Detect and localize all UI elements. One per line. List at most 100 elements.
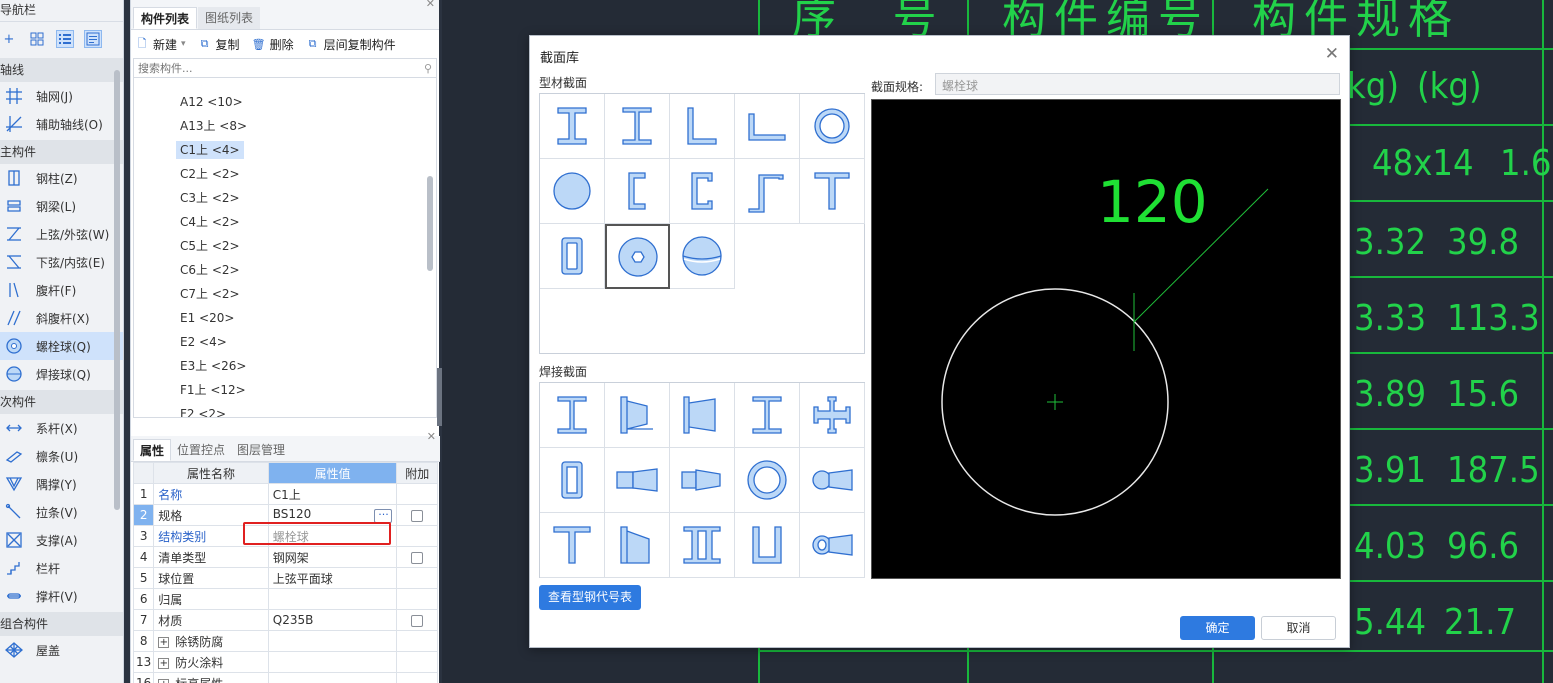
property-row[interactable]: 16+ 标高属性	[132, 672, 438, 683]
property-value[interactable]: 上弦平面球	[267, 567, 398, 589]
expand-icon[interactable]: +	[158, 636, 170, 648]
section-cell[interactable]	[800, 94, 865, 159]
nav-item[interactable]: 轴网(J)	[0, 82, 123, 110]
nav-group-header[interactable]: 主构件	[0, 140, 123, 164]
delete-button[interactable]: 🗑 删除	[252, 36, 294, 53]
section-cell[interactable]	[735, 513, 800, 578]
nav-item[interactable]: 拉条(V)	[0, 498, 123, 526]
section-cell[interactable]	[605, 94, 670, 159]
tree-item[interactable]: F2 <2>	[134, 402, 436, 417]
section-cell[interactable]	[670, 94, 735, 159]
tree-scrollbar[interactable]	[427, 176, 433, 271]
section-cell[interactable]	[800, 159, 865, 224]
detail-view-icon[interactable]	[84, 30, 102, 48]
tree-item[interactable]: E3上 <26>	[134, 354, 436, 378]
section-cell[interactable]	[540, 224, 605, 289]
new-button[interactable]: 🗋 新建 ▾	[135, 36, 186, 53]
extra-checkbox[interactable]	[411, 614, 424, 627]
tab-drawing-list[interactable]: 图纸列表	[198, 7, 261, 29]
section-cell[interactable]	[540, 513, 605, 578]
cancel-button[interactable]: 取消	[1261, 616, 1336, 640]
extra-checkbox[interactable]	[411, 551, 424, 564]
section-cell[interactable]	[670, 448, 735, 513]
section-cell[interactable]	[605, 383, 670, 448]
tree-item[interactable]: F1上 <12>	[134, 378, 436, 402]
nav-item[interactable]: 撑杆(V)	[0, 582, 123, 610]
section-cell[interactable]	[605, 448, 670, 513]
section-cell[interactable]	[670, 383, 735, 448]
property-value[interactable]: C1上	[267, 483, 398, 505]
section-cell[interactable]	[670, 159, 735, 224]
floor-copy-button[interactable]: ⧉ 层间复制构件	[306, 36, 396, 53]
tree-item[interactable]: E2 <4>	[134, 330, 436, 354]
section-cell[interactable]	[735, 94, 800, 159]
tree-item[interactable]: C6上 <2>	[134, 258, 436, 282]
section-cell[interactable]	[670, 513, 735, 578]
tab-layer-management[interactable]: 图层管理	[231, 439, 291, 461]
close-icon[interactable]: ✕	[426, 0, 435, 10]
property-row[interactable]: 7 材质 Q235B	[132, 609, 438, 631]
expand-icon[interactable]: +	[158, 678, 170, 683]
spec-input[interactable]: 螺栓球	[935, 73, 1340, 95]
nav-group-header[interactable]: 轴线	[0, 58, 123, 82]
tab-properties[interactable]: 属性	[133, 439, 172, 461]
tree-item[interactable]: C3上 <2>	[134, 186, 436, 210]
nav-item[interactable]: 钢梁(L)	[0, 192, 123, 220]
section-cell[interactable]	[605, 224, 670, 289]
nav-item[interactable]: 栏杆	[0, 554, 123, 582]
nav-item[interactable]: 支撑(A)	[0, 526, 123, 554]
section-cell[interactable]	[800, 513, 865, 578]
nav-item[interactable]: 下弦/内弦(E)	[0, 248, 123, 276]
nav-group-header[interactable]: 组合构件	[0, 612, 123, 636]
nav-item[interactable]: 腹杆(F)	[0, 276, 123, 304]
tree-item[interactable]: E1 <20>	[134, 306, 436, 330]
property-value[interactable]: 钢网架	[267, 546, 398, 568]
tree-item[interactable]: A13上 <8>	[134, 114, 436, 138]
property-row[interactable]: 1 名称 C1上	[132, 483, 438, 505]
section-cell[interactable]	[735, 448, 800, 513]
property-value[interactable]	[267, 672, 398, 683]
nav-scrollbar[interactable]	[114, 70, 120, 510]
add-icon[interactable]: +	[0, 30, 18, 48]
section-cell[interactable]	[800, 448, 865, 513]
property-row[interactable]: 8 + 除锈防腐	[132, 630, 438, 652]
nav-item[interactable]: 上弦/外弦(W)	[0, 220, 123, 248]
section-cell[interactable]	[735, 383, 800, 448]
nav-item[interactable]: 系杆(X)	[0, 414, 123, 442]
nav-item[interactable]: 螺栓球(Q)	[0, 332, 123, 360]
nav-item[interactable]: 屋盖	[0, 636, 123, 664]
property-value[interactable]	[267, 630, 398, 652]
tab-position-control[interactable]: 位置控点	[171, 439, 231, 461]
nav-item[interactable]: 隅撑(Y)	[0, 470, 123, 498]
section-cell[interactable]	[540, 94, 605, 159]
close-icon[interactable]: ✕	[1325, 44, 1339, 64]
tree-item[interactable]: A12 <10>	[134, 90, 436, 114]
section-cell[interactable]	[540, 448, 605, 513]
grid-view-icon[interactable]	[28, 30, 46, 48]
property-row[interactable]: 6 归属	[132, 588, 438, 610]
tab-component-list[interactable]: 构件列表	[133, 7, 198, 29]
expand-icon[interactable]: +	[158, 657, 170, 669]
section-cell[interactable]	[605, 513, 670, 578]
extra-checkbox[interactable]	[411, 509, 424, 522]
section-cell[interactable]	[735, 159, 800, 224]
nav-item[interactable]: 斜腹杆(X)	[0, 304, 123, 332]
code-table-button[interactable]: 查看型钢代号表	[539, 585, 641, 610]
copy-button[interactable]: ⧉ 复制	[198, 36, 240, 53]
ok-button[interactable]: 确定	[1180, 616, 1255, 640]
nav-item[interactable]: 钢柱(Z)	[0, 164, 123, 192]
property-row[interactable]: 4 清单类型 钢网架	[132, 546, 438, 568]
property-value[interactable]	[267, 651, 398, 673]
property-value[interactable]: Q235B	[267, 609, 398, 631]
dropdown-arrow-icon[interactable]: ▾	[181, 39, 186, 49]
nav-item[interactable]: 焊接球(Q)	[0, 360, 123, 388]
nav-group-header[interactable]: 次构件	[0, 390, 123, 414]
section-cell[interactable]	[670, 224, 735, 289]
property-row[interactable]: 13 + 防火涂料	[132, 651, 438, 673]
nav-item[interactable]: 檩条(U)	[0, 442, 123, 470]
tree-item[interactable]: C2上 <2>	[134, 162, 436, 186]
section-cell[interactable]	[540, 159, 605, 224]
nav-item[interactable]: 辅助轴线(O)	[0, 110, 123, 138]
section-cell[interactable]	[540, 383, 605, 448]
more-options-icon[interactable]: ···	[374, 509, 393, 523]
